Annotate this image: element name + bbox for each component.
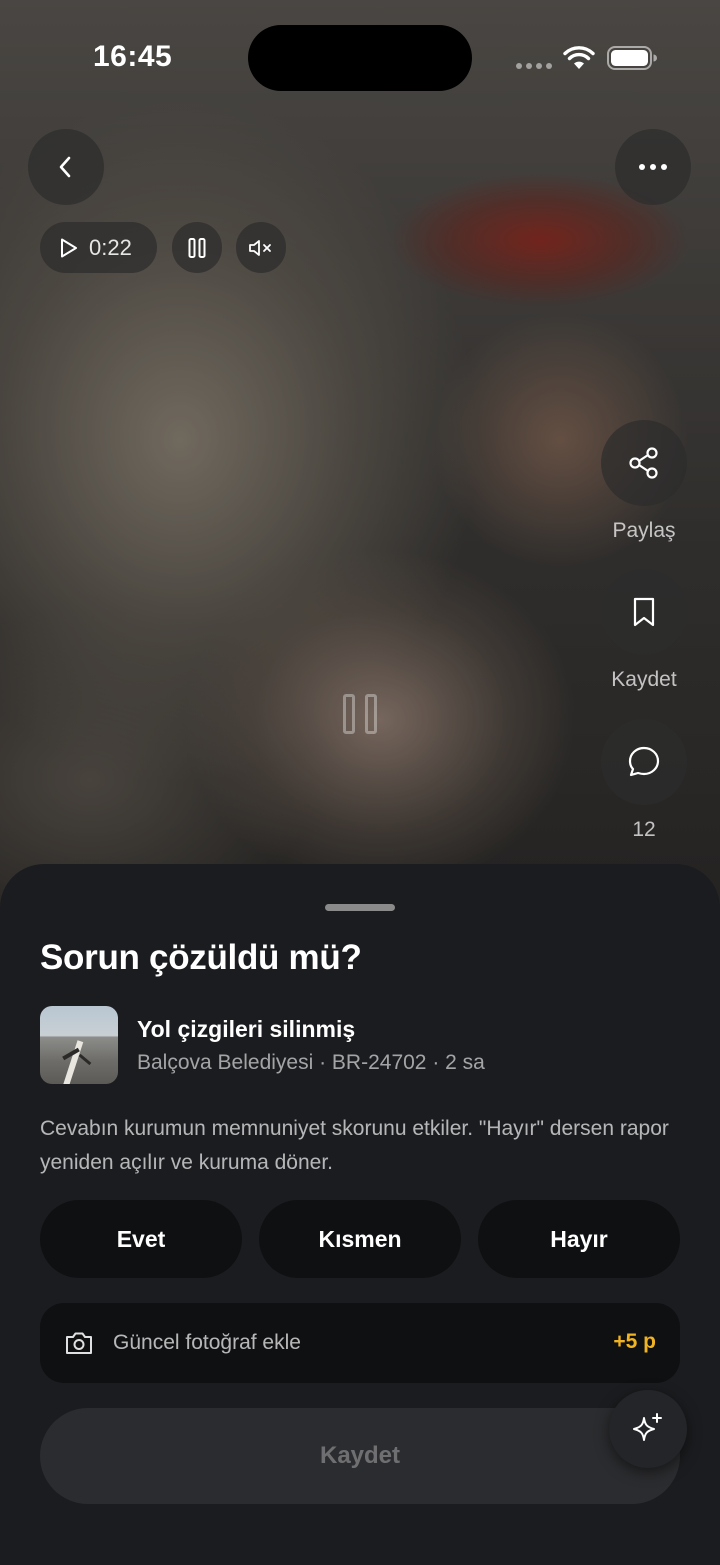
bookmark-button[interactable] bbox=[601, 569, 687, 655]
points-badge: +5 p bbox=[613, 1330, 656, 1353]
wifi-icon bbox=[563, 46, 595, 69]
elapsed-time: 0:22 bbox=[89, 234, 132, 260]
sparkle-icon bbox=[633, 1413, 662, 1441]
share-icon bbox=[629, 447, 658, 479]
ellipsis-icon bbox=[639, 164, 667, 170]
issue-meta: Balçova Belediyesi · BR-24702 · 2 sa bbox=[137, 1051, 485, 1074]
issue-title: Yol çizgileri silinmiş bbox=[137, 1016, 356, 1042]
dynamic-island bbox=[248, 25, 472, 91]
add-photo-label: Güncel fotoğraf ekle bbox=[113, 1331, 301, 1354]
play-icon bbox=[61, 238, 77, 257]
share-button[interactable] bbox=[601, 420, 687, 506]
comment-count: 12 bbox=[632, 818, 656, 841]
ai-assistant-button[interactable] bbox=[609, 1390, 687, 1468]
add-photo-button[interactable]: Güncel fotoğraf ekle +5 p bbox=[40, 1303, 680, 1383]
answer-partial-button[interactable]: Kısmen bbox=[259, 1200, 461, 1278]
comment-icon bbox=[628, 746, 660, 777]
cellular-signal-icon bbox=[516, 63, 552, 69]
pause-indicator-icon bbox=[343, 694, 377, 734]
pause-icon bbox=[188, 237, 206, 258]
back-button[interactable] bbox=[28, 129, 104, 205]
bookmark-label: Kaydet bbox=[611, 668, 677, 691]
resolution-sheet: Sorun çözüldü mü? Yol çizgileri silinmiş… bbox=[0, 864, 720, 1565]
bookmark-icon bbox=[633, 597, 655, 627]
status-time: 16:45 bbox=[93, 40, 173, 73]
play-time-button[interactable]: 0:22 bbox=[40, 222, 157, 273]
sheet-description: Cevabın kurumun memnuniyet skorunu etkil… bbox=[40, 1117, 669, 1174]
more-options-button[interactable] bbox=[615, 129, 691, 205]
submit-button[interactable]: Kaydet bbox=[40, 1408, 680, 1504]
pause-button[interactable] bbox=[172, 222, 222, 273]
answer-yes-button[interactable]: Evet bbox=[40, 1200, 242, 1278]
battery-icon bbox=[607, 46, 657, 70]
issue-thumbnail bbox=[40, 1006, 118, 1084]
comment-button[interactable] bbox=[601, 719, 687, 805]
chevron-left-icon bbox=[59, 156, 71, 178]
sheet-handle[interactable] bbox=[325, 904, 395, 911]
answer-no-button[interactable]: Hayır bbox=[478, 1200, 680, 1278]
speaker-muted-icon bbox=[249, 239, 271, 256]
mute-button[interactable] bbox=[236, 222, 286, 273]
share-label: Paylaş bbox=[612, 519, 676, 542]
camera-icon bbox=[66, 1332, 92, 1354]
sheet-title: Sorun çözüldü mü? bbox=[40, 938, 362, 977]
